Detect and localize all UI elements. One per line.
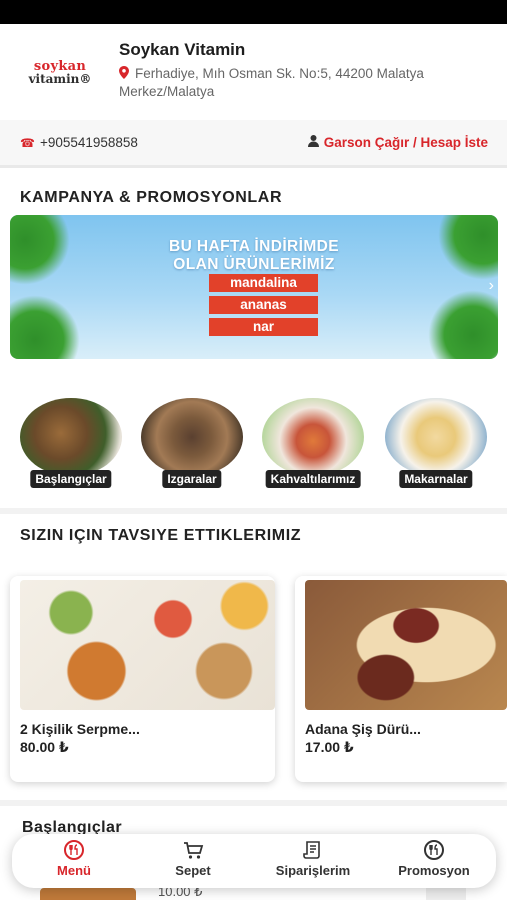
address-text: Ferhadiye, Mıh Osman Sk. No:5, 44200 Mal… (119, 66, 424, 99)
promotion-banner[interactable]: BU HAFTA İNDİRİMDE OLAN ÜRÜNLERİMİZ mand… (10, 215, 498, 359)
banner-heading-line1: BU HAFTA İNDİRİMDE (169, 238, 339, 255)
cart-icon (184, 842, 204, 859)
store-name: Soykan Vitamin (119, 40, 246, 59)
section-divider (0, 800, 507, 806)
banner-heading-line2: OLAN ÜRÜNLERİMİZ (173, 256, 335, 273)
status-bar (0, 0, 507, 24)
phone-icon: ☎ (20, 135, 35, 150)
call-waiter-label: Garson Çağır / Hesap İste (323, 135, 488, 150)
product-name: 2 Kişilik Serpme... (20, 721, 140, 737)
orders-icon (303, 841, 320, 859)
category-item-makarnalar[interactable]: Makarnalar (385, 398, 487, 490)
category-image (141, 398, 243, 476)
banner-item-tag: ananas (209, 296, 318, 314)
contact-bar: ☎ +905541958858 Garson Çağır / Hesap İst… (0, 120, 507, 168)
promotion-icon (424, 840, 444, 860)
nav-label: Menü (57, 863, 91, 878)
call-waiter-button[interactable]: Garson Çağır / Hesap İste (307, 135, 488, 150)
category-label: Izgaralar (162, 470, 222, 488)
restaurant-header: soykan vitamin® Soykan Vitamin Ferhadiye… (0, 24, 507, 120)
store-address: Ferhadiye, Mıh Osman Sk. No:5, 44200 Mal… (119, 65, 489, 101)
nav-label: Promosyon (398, 863, 470, 878)
category-image (262, 398, 364, 476)
campaign-section-title: KAMPANYA & PROMOSYONLAR (20, 189, 283, 206)
nav-label: Sepet (175, 863, 211, 878)
category-image (385, 398, 487, 476)
leaf-decoration (10, 295, 80, 359)
menu-icon (64, 840, 84, 860)
product-image (305, 580, 507, 710)
nav-item-cart[interactable]: Sepet (143, 840, 243, 884)
category-label: Kahvaltılarımız (265, 470, 361, 488)
category-item-baslangiclar[interactable]: Başlangıçlar (20, 398, 122, 490)
phone-link[interactable]: ☎ +905541958858 (20, 135, 138, 150)
bottom-navigation: Menü Sepet Siparişlerim Promosyon (12, 834, 496, 888)
phone-number: +905541958858 (39, 135, 138, 150)
product-card[interactable]: 2 Kişilik Serpme... 80.00 ₺ (10, 576, 275, 782)
banner-item-tag: mandalina (209, 274, 318, 292)
waiter-icon (307, 135, 319, 150)
product-price: 17.00 ₺ (305, 739, 354, 755)
location-pin-icon (119, 66, 129, 79)
logo-text-bottom: vitamin® (28, 71, 92, 86)
leaf-decoration (428, 290, 498, 359)
category-item-izgaralar[interactable]: Izgaralar (141, 398, 243, 490)
restaurant-logo: soykan vitamin® (20, 46, 100, 98)
section-divider (0, 508, 507, 514)
product-price: 80.00 ₺ (20, 739, 69, 755)
chevron-right-icon[interactable]: › (489, 277, 494, 295)
logo-text-top: soykan (33, 58, 87, 74)
nav-label: Siparişlerim (275, 863, 351, 878)
product-name: Adana Şiş Dürü... (305, 721, 421, 737)
banner-item-tag: nar (209, 318, 318, 336)
category-label: Başlangıçlar (30, 470, 112, 488)
category-item-kahvaltilarimiz[interactable]: Kahvaltılarımız (262, 398, 364, 490)
recommended-section-title: SIZIN IÇIN TAVSIYE ETTIKLERIMIZ (20, 527, 302, 544)
product-image (40, 888, 136, 900)
category-image (20, 398, 122, 476)
product-image (20, 580, 275, 710)
nav-item-promotion[interactable]: Promosyon (384, 840, 484, 884)
category-label: Makarnalar (399, 470, 473, 488)
nav-item-menu[interactable]: Menü (24, 840, 124, 884)
nav-item-orders[interactable]: Siparişlerim (263, 840, 363, 884)
category-carousel: Başlangıçlar Izgaralar Kahvaltılarımız M… (0, 398, 507, 490)
product-card[interactable]: Adana Şiş Dürü... 17.00 ₺ (295, 576, 507, 782)
